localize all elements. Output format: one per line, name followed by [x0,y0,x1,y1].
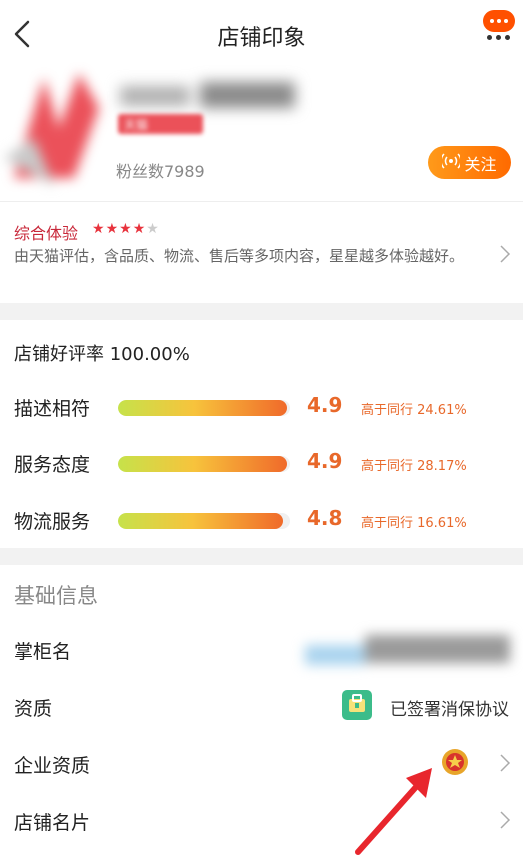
rating-score: 4.9 [307,449,343,473]
more-dots-icon [487,35,511,41]
rating-score: 4.9 [307,393,343,417]
consumer-protection-icon [342,690,372,720]
star-icon: ★ [132,221,147,237]
chevron-right-icon [499,244,511,264]
rating-label: 物流服务 [14,511,91,533]
annotation-arrow-icon [350,760,440,855]
rating-row: 描述相符 4.9 高于同行 24.61% [0,392,523,422]
experience-title: 综合体验 [14,224,79,243]
rating-compare: 高于同行 24.61% [361,403,467,418]
business-license-emblem-icon [440,747,470,777]
shop-name-redacted [120,78,300,118]
experience-description: 由天猫评估，含品质、物流、售后等多项内容，星星越多体验越好。 [14,247,465,265]
signal-icon [440,152,463,173]
shop-card-row[interactable]: 店铺名片 [0,802,523,842]
qualification-value: 已签署消保协议 [390,700,509,720]
rating-bar-fill [118,513,284,529]
fans-count: 粉丝数7989 [116,162,205,181]
star-icon: ★ [92,221,106,237]
owner-row: 掌柜名 [0,631,523,671]
chevron-right-icon [499,753,511,773]
star-rating: ★★★★★ [92,221,160,237]
chevron-right-icon [499,810,511,830]
rating-score: 4.8 [307,506,343,530]
shop-tag-label: 天猫 [124,118,149,132]
follow-button[interactable]: 关注 [428,146,511,179]
star-empty-icon: ★ [146,221,160,237]
rating-row: 物流服务 4.8 高于同行 16.61% [0,505,523,535]
rating-bar [118,456,290,472]
rating-compare: 高于同行 28.17% [361,459,467,474]
more-menu-button[interactable] [477,4,517,44]
follow-label: 关注 [464,154,497,174]
rating-bar [118,400,290,416]
message-bubble-icon [483,10,515,32]
rating-bar [118,513,290,529]
qualification-label: 资质 [14,698,53,720]
good-rate: 店铺好评率 100.00% [14,344,190,365]
ratings-section: 店铺好评率 100.00% 描述相符 4.9 高于同行 24.61% 服务态度 … [0,320,523,548]
shop-card: 天猫 粉丝数7989 关注 [0,66,523,201]
basic-info-title: 基础信息 [14,584,98,608]
owner-name-redacted [300,631,515,671]
page-title: 店铺印象 [217,26,306,51]
rating-label: 服务态度 [14,454,91,476]
top-bar: 店铺印象 [0,0,523,66]
basic-info-section: 基础信息 掌柜名 资质 已签署消保协议 企业资质 店铺名片 [0,565,523,855]
overall-experience-row[interactable]: 综合体验 ★★★★★ 由天猫评估，含品质、物流、售后等多项内容，星星越多体验越好… [0,201,523,303]
rating-bar-fill [118,456,287,472]
shop-logo-redacted [4,68,114,188]
shop-tag-redacted: 天猫 [118,114,203,134]
shop-card-label: 店铺名片 [14,812,91,834]
enterprise-qualification-row[interactable]: 企业资质 [0,745,523,785]
star-icon: ★ [119,221,133,237]
owner-label: 掌柜名 [14,641,72,663]
enterprise-label: 企业资质 [14,755,91,777]
rating-bar-fill [118,400,287,416]
star-icon: ★ [105,221,120,237]
rating-compare: 高于同行 16.61% [361,516,467,531]
qualification-row[interactable]: 资质 已签署消保协议 [0,688,523,728]
rating-label: 描述相符 [14,398,91,420]
rating-row: 服务态度 4.9 高于同行 28.17% [0,448,523,478]
